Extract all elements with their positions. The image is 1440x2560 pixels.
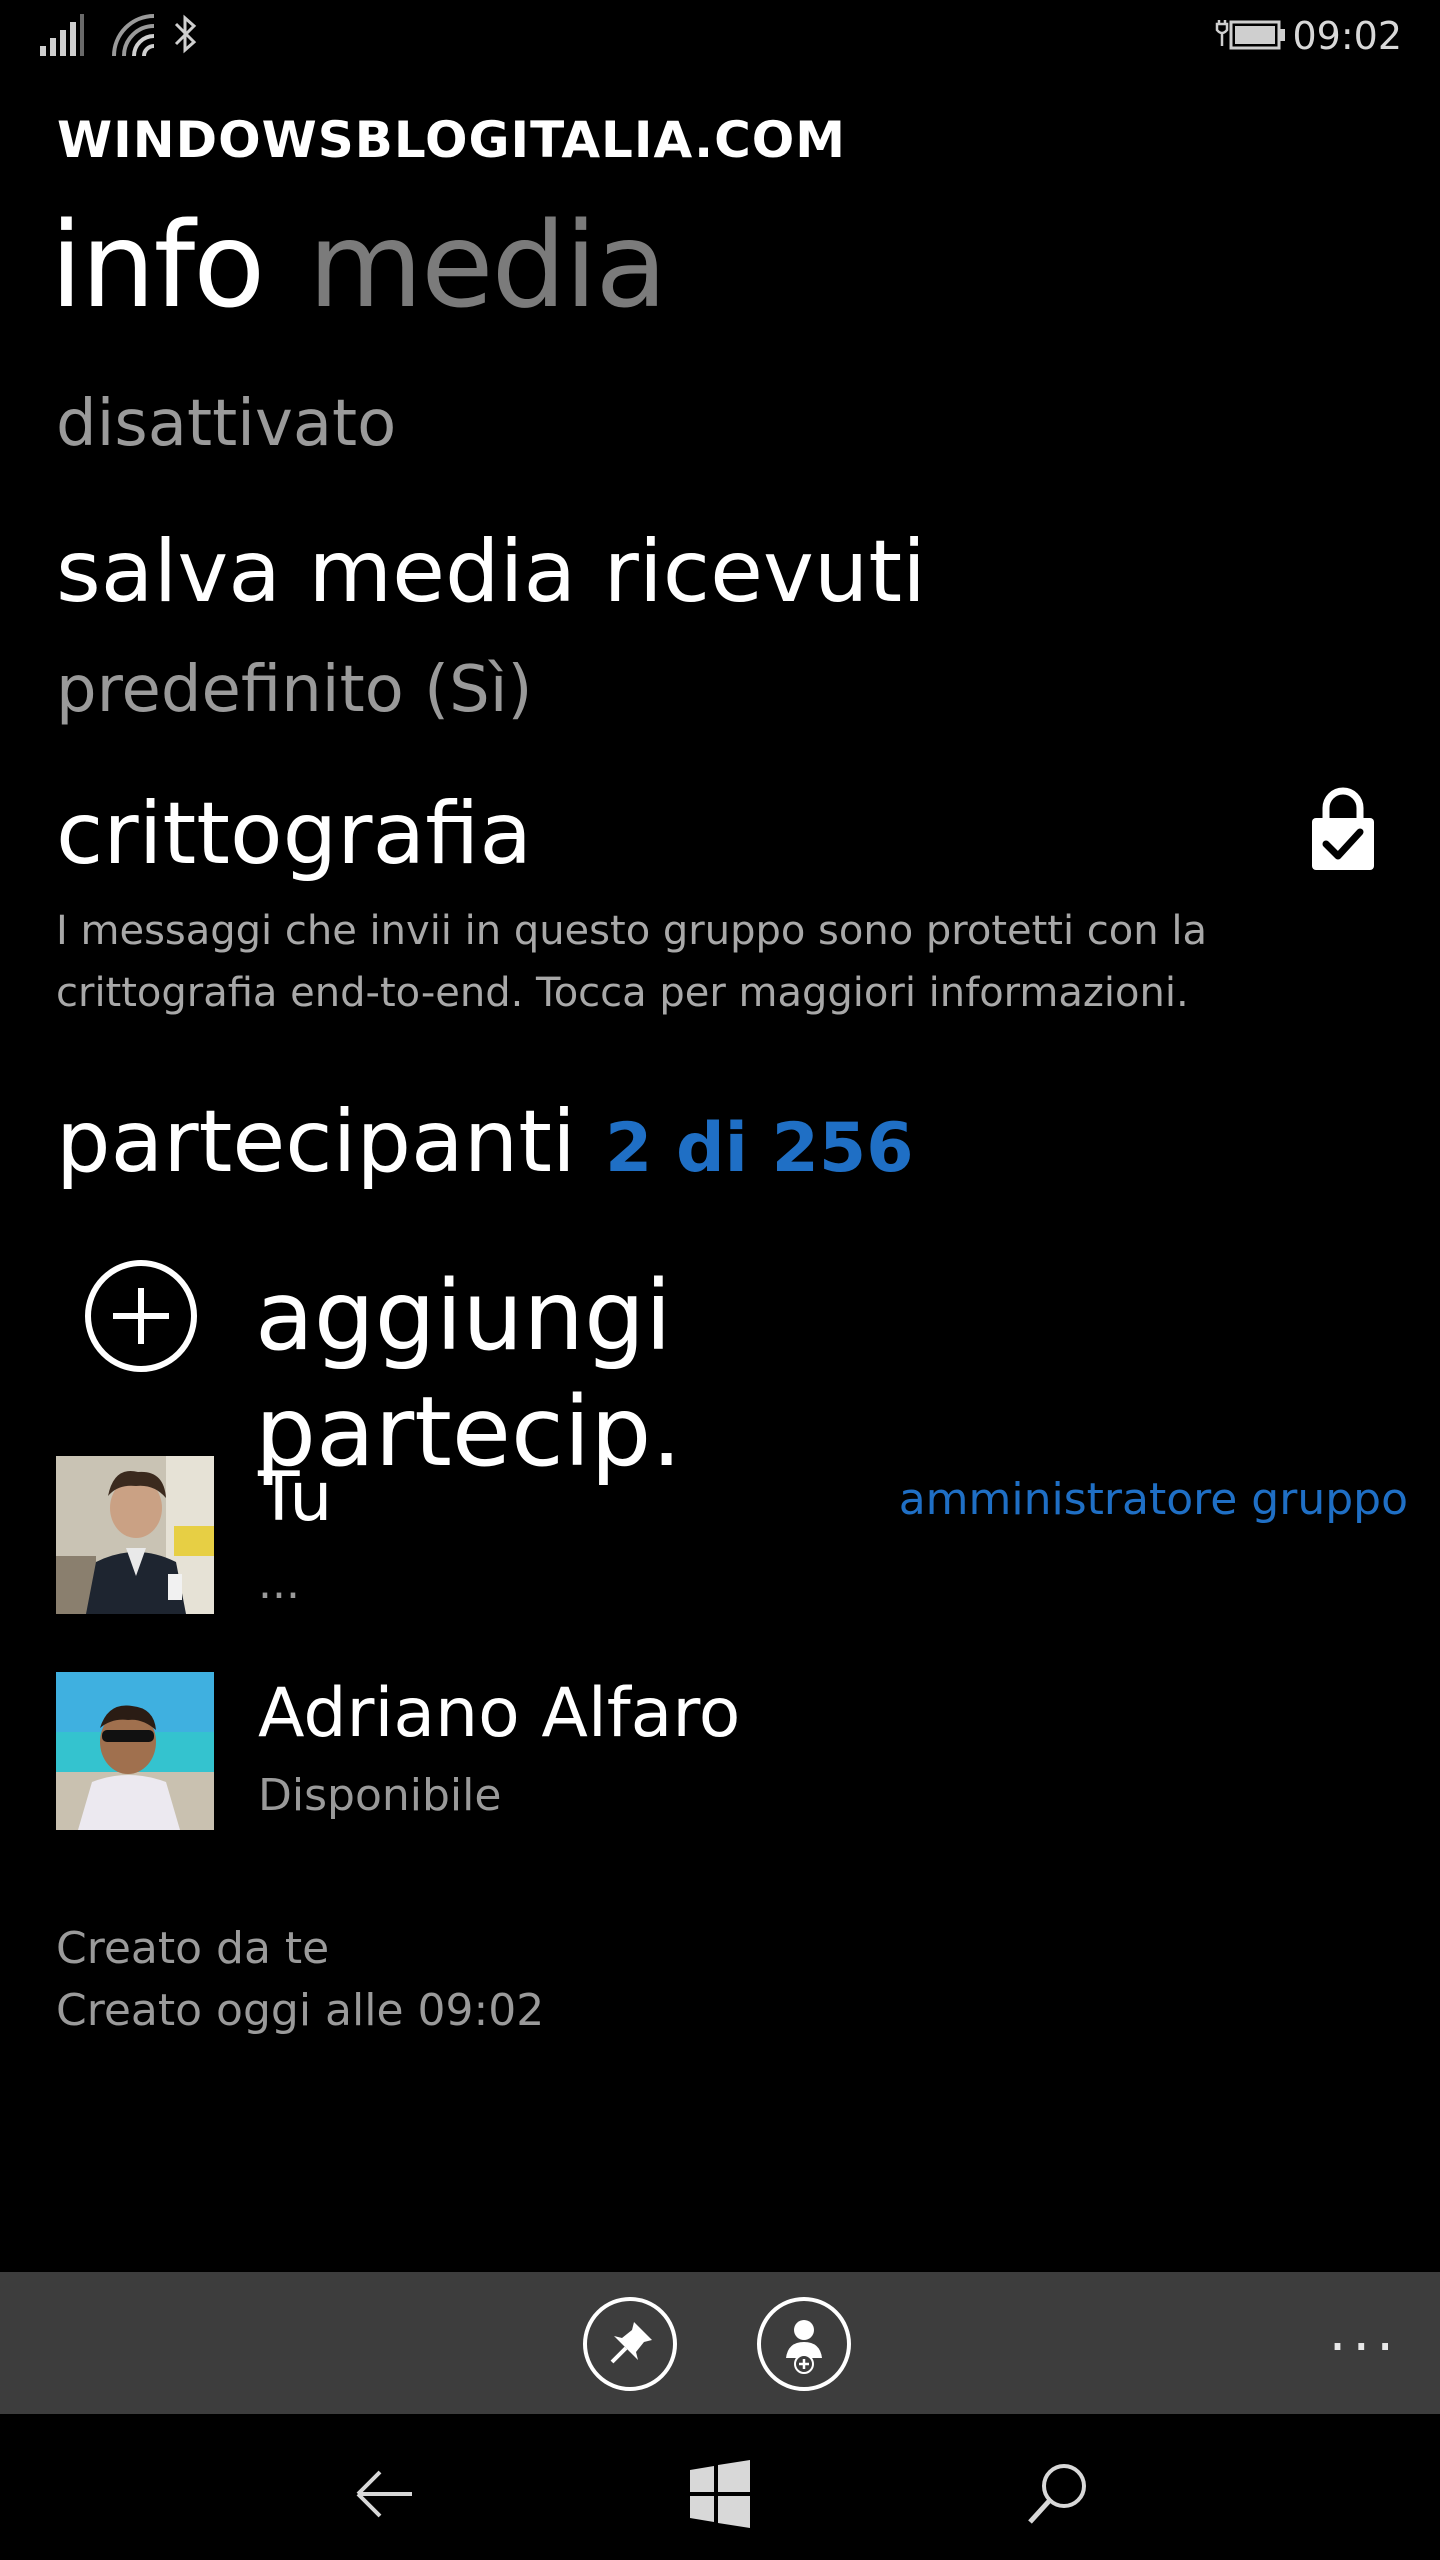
app-title: WINDOWSBLOGITALIA.COM <box>57 111 847 169</box>
encryption-setting[interactable]: crittografia I messaggi che invii in que… <box>0 782 1440 1022</box>
bluetooth-icon <box>174 14 197 54</box>
setting-value-disabled[interactable]: disattivato <box>56 384 396 464</box>
lock-check-icon <box>1312 787 1374 870</box>
admin-badge: amministratore gruppo <box>898 1474 1408 1525</box>
participant-name: Adriano Alfaro <box>258 1674 741 1753</box>
save-media-value: predefinito (Sì) <box>56 653 533 727</box>
avatar <box>56 1672 214 1830</box>
avatar <box>56 1456 214 1614</box>
save-media-title: salva media ricevuti <box>56 522 926 622</box>
navigation-bar <box>0 2414 1440 2560</box>
save-media-setting[interactable]: salva media ricevuti predefinito (Sì) <box>56 520 1356 730</box>
battery-charging-icon <box>1215 20 1285 50</box>
encryption-description-line2: crittografia end-to-end. Tocca per maggi… <box>56 970 1189 1016</box>
participant-row[interactable]: Adriano Alfaro Disponibile <box>0 1672 1440 1832</box>
app-bar: ... <box>0 2272 1440 2414</box>
back-arrow-icon[interactable] <box>344 2454 424 2534</box>
wifi-icon <box>112 14 154 57</box>
participant-row[interactable]: Tu ... amministratore gruppo <box>0 1456 1440 1616</box>
created-by-text: Creato da te <box>56 1923 330 1974</box>
tab-media[interactable]: media <box>308 190 668 340</box>
add-circle-icon <box>85 1260 197 1372</box>
tab-info[interactable]: info <box>50 190 265 340</box>
windows-icon[interactable] <box>680 2454 760 2534</box>
participants-title: partecipanti <box>56 1092 576 1192</box>
participants-count: 2 di 256 <box>604 1109 914 1188</box>
more-options-button[interactable]: ... <box>1329 2302 1400 2362</box>
pin-icon[interactable] <box>582 2296 678 2392</box>
encryption-title: crittografia <box>56 784 533 884</box>
created-at-text: Creato oggi alle 09:02 <box>56 1985 545 2036</box>
add-participant-button[interactable]: aggiungi partecip. <box>83 1258 1083 1488</box>
add-contact-icon[interactable] <box>756 2296 852 2392</box>
participant-name: Tu <box>258 1458 333 1537</box>
signal-icon <box>40 14 84 56</box>
encryption-description-line1: I messaggi che invii in questo gruppo so… <box>56 908 1207 954</box>
search-icon[interactable] <box>1018 2454 1098 2534</box>
participant-status: Disponibile <box>258 1770 502 1821</box>
participants-header: partecipanti 2 di 256 <box>56 1090 914 1194</box>
clock: 09:02 <box>1292 14 1402 58</box>
status-bar: 09:02 <box>0 0 1440 70</box>
participant-status: ... <box>258 1558 300 1609</box>
